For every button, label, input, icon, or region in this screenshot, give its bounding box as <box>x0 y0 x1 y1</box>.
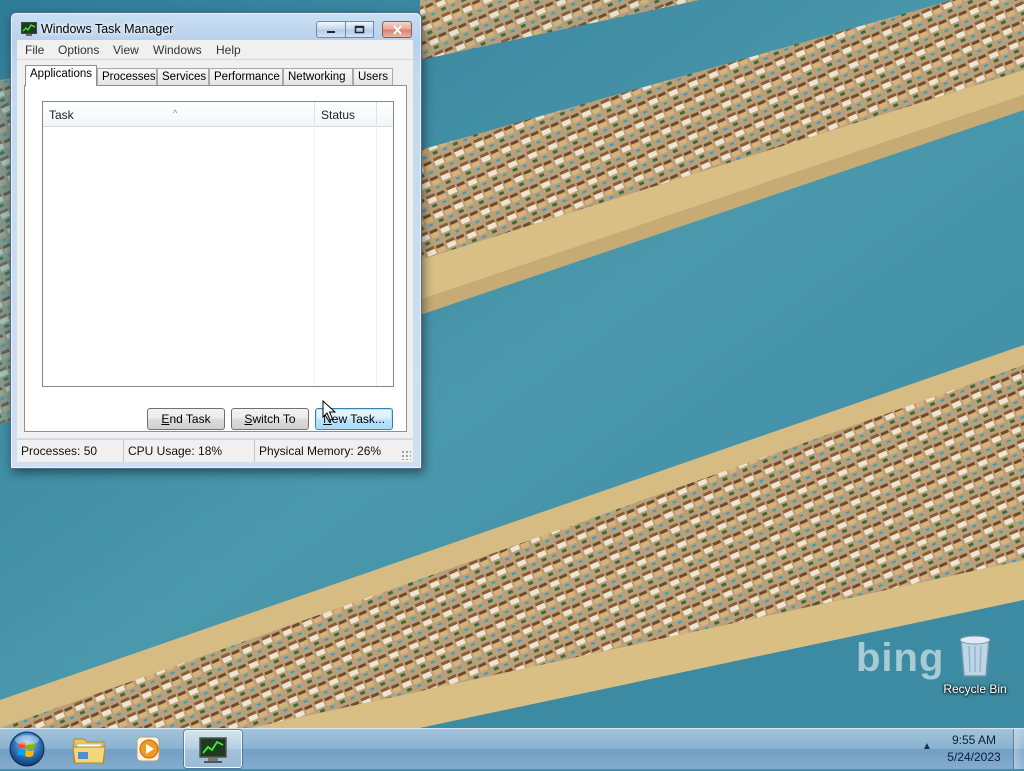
show-desktop-button[interactable] <box>1013 729 1024 769</box>
status-cpu-usage: CPU Usage: 18% <box>124 440 255 462</box>
tab-services[interactable]: Services <box>157 68 209 85</box>
show-hidden-icons-arrow-icon[interactable]: ▲ <box>922 741 932 752</box>
list-header: ^ Task Status <box>43 102 393 127</box>
window-client-area: Applications Processes Services Performa… <box>17 60 413 438</box>
media-player-icon <box>136 736 160 762</box>
start-button[interactable] <box>6 730 48 768</box>
menu-windows[interactable]: Windows <box>153 43 202 57</box>
menu-options[interactable]: Options <box>58 43 99 57</box>
tab-performance[interactable]: Performance <box>209 68 283 85</box>
maximize-icon <box>354 25 365 34</box>
minimize-icon <box>327 30 335 33</box>
status-physical-memory: Physical Memory: 26% <box>259 444 382 458</box>
recycle-bin-icon <box>959 635 991 677</box>
status-processes: Processes: 50 <box>17 440 124 462</box>
close-button[interactable] <box>382 21 412 38</box>
column-task[interactable]: ^ Task <box>43 102 315 126</box>
switch-to-button[interactable]: Switch To <box>231 408 309 430</box>
status-bar: Processes: 50 CPU Usage: 18% Physical Me… <box>17 439 413 462</box>
tab-networking[interactable]: Networking <box>283 68 353 85</box>
column-status[interactable]: Status <box>315 102 377 126</box>
windows-logo-icon <box>9 731 45 767</box>
menu-file[interactable]: File <box>25 43 44 57</box>
tab-users[interactable]: Users <box>353 68 393 85</box>
task-manager-icon <box>21 22 37 36</box>
column-divider <box>314 126 315 386</box>
mouse-pointer-icon <box>322 400 336 421</box>
sort-ascending-icon: ^ <box>173 108 178 118</box>
taskbar-explorer-button[interactable] <box>60 730 118 768</box>
tab-applications[interactable]: Applications <box>25 65 97 86</box>
resize-grip-icon[interactable] <box>401 450 411 460</box>
window-title: Windows Task Manager <box>41 22 174 36</box>
menu-help[interactable]: Help <box>216 43 241 57</box>
taskbar-media-player-button[interactable] <box>120 730 178 768</box>
bing-watermark: bing <box>856 636 945 680</box>
taskbar-task-manager-button[interactable] <box>184 730 242 768</box>
clock-date: 5/24/2023 <box>947 750 1001 764</box>
tab-processes[interactable]: Processes <box>97 68 157 85</box>
applications-panel: ^ Task Status End Task Switch To New Tas… <box>24 85 407 432</box>
task-manager-window[interactable]: Windows Task Manager File Options View W… <box>10 12 422 469</box>
close-icon <box>392 24 402 35</box>
clock-time: 9:55 AM <box>951 733 997 747</box>
column-status-label: Status <box>321 108 356 122</box>
windows-explorer-icon <box>72 738 106 764</box>
recycle-bin-shortcut[interactable]: Recycle Bin <box>935 630 1015 696</box>
maximize-button[interactable] <box>346 21 374 38</box>
menu-view[interactable]: View <box>113 43 139 57</box>
menu-bar: File Options View Windows Help <box>17 40 413 60</box>
applications-list[interactable]: ^ Task Status <box>42 101 394 387</box>
minimize-button[interactable] <box>316 21 346 38</box>
task-manager-icon <box>199 737 227 763</box>
recycle-bin-label: Recycle Bin <box>943 682 1007 696</box>
end-task-button[interactable]: End Task <box>147 408 225 430</box>
system-clock[interactable]: 9:55 AM 5/24/2023 <box>938 732 1010 766</box>
column-task-label: Task <box>49 108 74 122</box>
taskbar: ▲ 9:55 AM 5/24/2023 <box>0 728 1024 769</box>
column-divider <box>376 126 377 386</box>
